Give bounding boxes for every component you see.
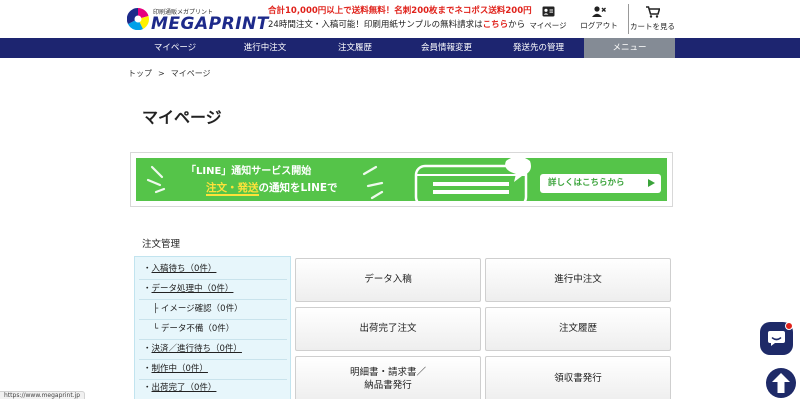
order-history-button[interactable]: 注文履歴 [485,307,671,351]
line-banner-subheading: 注文・発送の通知をLINEで [206,180,338,196]
nav-item-member-info[interactable]: 会員情報変更 [400,38,493,58]
status-branch: └ [153,324,161,334]
nav-item-mypage[interactable]: マイページ [130,38,220,58]
line-banner-heading: 「LINE」通知サービス開始 [186,166,312,177]
header-cart-label: カートを見る [630,22,675,31]
status-item-payment-pending[interactable]: ・決済／進行待ち（0件） [143,339,242,359]
chat-bubble-icon [768,331,785,346]
status-bullet: ・ [143,383,152,393]
active-orders-button[interactable]: 進行中注文 [485,258,671,302]
sample-promo-text: 24時間注文・入稿可能！印刷用紙サンプルの無料請求は [268,20,483,30]
logo-name: MEGAPRINT [151,14,269,34]
site-header: 印刷通販メガプリント MEGAPRINT 合計10,000円以上で送料無料！名刺… [0,0,800,38]
status-label: イメージ確認（0件） [160,304,243,314]
main-nav: マイページ 進行中注文 注文履歴 会員情報変更 発送先の管理 メニュー [0,38,800,58]
nav-item-shipping-address[interactable]: 発送先の管理 [493,38,584,58]
sample-promo: 24時間注文・入稿可能！印刷用紙サンプルの無料請求はこちらから [268,18,525,30]
header-cart-button[interactable]: カートを見る [628,4,676,34]
status-item-awaiting-submission[interactable]: ・入稿待ち（0件） [143,259,216,279]
sample-request-link[interactable]: こちら [483,20,509,30]
header-mypage-label: マイページ [529,21,567,30]
status-label: 出荷完了（0件） [151,383,217,393]
page-title: マイページ [142,108,222,127]
status-item-shipped[interactable]: ・出荷完了（0件） [143,378,216,398]
data-upload-button[interactable]: データ入稿 [295,258,481,302]
header-logout-button[interactable]: ログアウト [578,4,620,34]
line-banner-body: 「LINE」通知サービス開始 注文・発送の通知をLINEで 詳しくはこちらから [136,158,667,201]
status-item-data-defect[interactable]: └ データ不備（0件） [153,319,234,339]
line-banner-subheading-text: の通知をLINEで [258,182,338,194]
status-label: 制作中（0件） [151,364,208,374]
line-banner-highlight: 注文・発送 [206,182,259,196]
shipped-orders-button[interactable]: 出荷完了注文 [295,307,481,351]
line-notification-banner[interactable]: 「LINE」通知サービス開始 注文・発送の通知をLINEで 詳しくはこちらから [130,152,673,207]
status-bullet: ・ [143,284,152,294]
shipping-promo: 合計10,000円以上で送料無料！名刺200枚までネコポス送料200円 [268,6,532,16]
status-label: データ処理中（0件） [151,284,234,294]
status-item-image-check[interactable]: ├ イメージ確認（0件） [153,299,243,319]
receipt-issue-button[interactable]: 領収書発行 [485,356,671,399]
line-details-button[interactable]: 詳しくはこちらから [540,174,661,193]
invoice-issue-button[interactable]: 明細書・請求書／ 納品書発行 [295,356,481,399]
header-logout-label: ログアウト [580,21,618,30]
nav-item-order-history[interactable]: 注文履歴 [310,38,400,58]
order-status-panel: ・入稿待ち（0件） ・データ処理中（0件） ├ イメージ確認（0件） └ データ… [134,256,291,399]
logo-mark-icon [127,8,149,30]
status-label: 決済／進行待ち（0件） [151,344,242,354]
status-item-data-processing[interactable]: ・データ処理中（0件） [143,279,233,299]
user-remove-icon [592,6,606,17]
scroll-to-top-button[interactable] [766,368,796,398]
arrow-right-icon [648,179,655,187]
status-bullet: ・ [143,344,152,354]
arrow-up-icon [772,373,790,393]
status-branch: ├ [153,304,161,314]
chat-notification-badge [785,322,793,330]
nav-item-menu[interactable]: メニュー [584,38,675,58]
status-item-in-production[interactable]: ・制作中（0件） [143,359,208,379]
order-management-title: 注文管理 [142,239,181,250]
breadcrumb-separator: > [158,69,165,78]
status-bullet: ・ [143,364,152,374]
status-label: 入稿待ち（0件） [151,264,217,274]
status-bullet: ・ [143,264,152,274]
link-preview-url: https://www.megaprint.jp [0,391,86,399]
status-label: データ不備（0件） [160,324,235,334]
cart-icon [645,6,660,18]
megaprint-logo[interactable]: 印刷通販メガプリント MEGAPRINT [127,5,268,34]
breadcrumb-current: マイページ [170,69,211,78]
line-details-label: 詳しくはこちらから [548,178,625,188]
breadcrumb: トップ > マイページ [128,68,211,79]
sample-promo-suffix: から [508,20,526,30]
id-card-icon [542,6,554,17]
breadcrumb-top[interactable]: トップ [128,69,152,78]
nav-item-active-orders[interactable]: 進行中注文 [220,38,310,58]
header-mypage-button[interactable]: マイページ [527,4,569,34]
